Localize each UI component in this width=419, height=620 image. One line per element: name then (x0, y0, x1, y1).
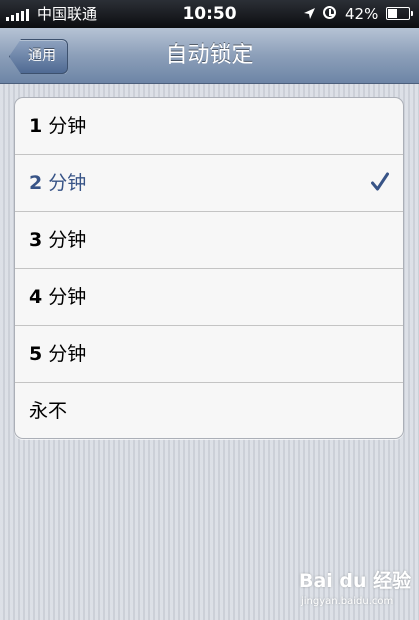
checkmark-icon (371, 172, 389, 191)
battery-icon (386, 7, 413, 20)
watermark-logo: Bai du 经验 (299, 570, 412, 592)
option-label: 3 分钟 (29, 229, 87, 251)
option-label: 2 分钟 (29, 172, 87, 194)
navigation-bar: 通用 自动锁定 (0, 28, 419, 84)
location-arrow-icon (304, 8, 315, 19)
auto-lock-options-list: 1 分钟 2 分钟 3 分钟 4 分钟 5 分钟 永不 (14, 97, 404, 439)
watermark-url: jingyan.baidu.com (301, 596, 394, 607)
option-label: 1 分钟 (29, 115, 87, 137)
option-label: 永不 (29, 400, 68, 422)
option-3-minutes[interactable]: 3 分钟 (15, 212, 403, 269)
option-2-minutes[interactable]: 2 分钟 (15, 155, 403, 212)
baidu-watermark: Bai du 经验 jingyan.baidu.com (299, 566, 411, 616)
alarm-clock-icon (323, 6, 336, 19)
settings-screen: 中国联通 10:50 42% 通用 自动锁定 1 分钟 2 分钟 3 分钟 4 … (0, 0, 419, 620)
battery-percent: 42% (345, 5, 379, 23)
status-bar: 中国联通 10:50 42% (0, 0, 419, 28)
option-never[interactable]: 永不 (15, 383, 403, 438)
page-title: 自动锁定 (165, 43, 254, 68)
option-5-minutes[interactable]: 5 分钟 (15, 326, 403, 383)
option-4-minutes[interactable]: 4 分钟 (15, 269, 403, 326)
option-label: 4 分钟 (29, 286, 87, 308)
option-1-minute[interactable]: 1 分钟 (15, 98, 403, 155)
option-label: 5 分钟 (29, 343, 87, 365)
